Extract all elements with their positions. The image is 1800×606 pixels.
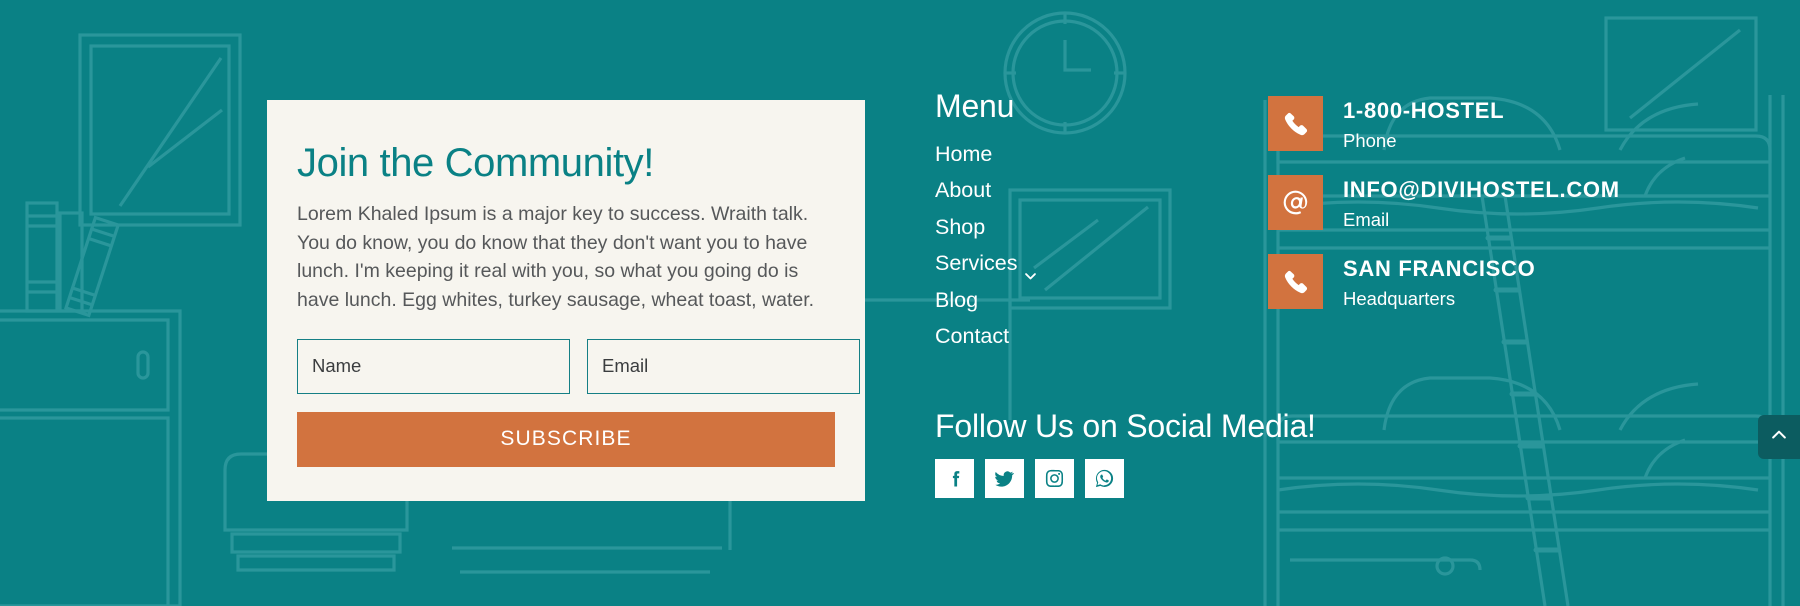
menu-item-label: Shop (935, 214, 986, 239)
contact-text: SAN FRANCISCO Headquarters (1343, 254, 1535, 310)
menu-link-blog[interactable]: Blog (935, 283, 978, 318)
email-input[interactable] (587, 338, 860, 394)
phone-icon (1268, 96, 1323, 151)
contact-text: 1-800-HOSTEL Phone (1343, 96, 1504, 152)
menu-link-shop[interactable]: Shop (935, 210, 985, 245)
menu-item-label: Contact (935, 324, 1010, 349)
facebook-icon[interactable] (935, 459, 974, 498)
contact-title: INFO@DIVIHOSTEL.COM (1343, 177, 1620, 203)
contact-text: INFO@DIVIHOSTEL.COM Email (1343, 175, 1620, 231)
contact-subtitle: Phone (1343, 129, 1397, 151)
contact-title: SAN FRANCISCO (1343, 256, 1536, 282)
site-footer: Join the Community! Lorem Khaled Ipsum i… (0, 0, 1800, 606)
menu-item-label: Services (935, 251, 1018, 276)
menu-link-contact[interactable]: Contact (935, 319, 1009, 354)
menu-item-blog: Blog (935, 283, 1235, 318)
menu-item-label: About (935, 178, 992, 203)
subscribe-card-body: Lorem Khaled Ipsum is a major key to suc… (297, 203, 815, 311)
menu-item-contact: Contact (935, 319, 1235, 354)
name-input[interactable] (297, 338, 570, 394)
twitter-icon[interactable] (985, 459, 1024, 498)
subscribe-fields (297, 338, 860, 394)
menu-item-home: Home (935, 137, 1235, 172)
whatsapp-icon[interactable] (1085, 459, 1124, 498)
contact-subtitle: Headquarters (1343, 288, 1456, 310)
chevron-down-icon (1024, 259, 1037, 280)
social-links (935, 459, 1455, 498)
social-heading: Follow Us on Social Media! (935, 408, 1316, 444)
contact-item-phone[interactable]: 1-800-HOSTEL Phone (1268, 96, 1708, 152)
subscribe-card-title: Join the Community! (297, 141, 654, 185)
scroll-to-top-button[interactable] (1758, 415, 1800, 459)
at-sign-icon (1268, 175, 1323, 231)
menu-list: Home About Shop Services Blog Contact (935, 137, 1235, 355)
contact-subtitle: Email (1343, 209, 1390, 231)
phone-icon (1268, 254, 1323, 310)
chevron-up-icon (1769, 425, 1789, 450)
menu-item-services: Services (935, 246, 1235, 281)
footer-menu: Menu Home About Shop Services Blog Conta… (935, 88, 1235, 356)
menu-item-shop: Shop (935, 210, 1235, 245)
menu-item-about: About (935, 173, 1235, 208)
subscribe-card: Join the Community! Lorem Khaled Ipsum i… (267, 100, 865, 501)
menu-item-label: Blog (935, 287, 979, 312)
social-section: Follow Us on Social Media! (935, 408, 1455, 498)
instagram-icon[interactable] (1035, 459, 1074, 498)
contact-title: 1-800-HOSTEL (1343, 98, 1505, 123)
contact-item-email[interactable]: INFO@DIVIHOSTEL.COM Email (1268, 175, 1708, 231)
contact-item-headquarters[interactable]: SAN FRANCISCO Headquarters (1268, 254, 1708, 310)
contact-info: 1-800-HOSTEL Phone INFO@DIVIHOSTEL.COM E… (1268, 96, 1708, 333)
menu-heading: Menu (935, 88, 1015, 124)
subscribe-button[interactable]: SUBSCRIBE (297, 411, 835, 467)
menu-link-about[interactable]: About (935, 173, 991, 208)
menu-link-services[interactable]: Services (935, 246, 1037, 281)
menu-link-home[interactable]: Home (935, 137, 992, 172)
menu-item-label: Home (935, 142, 993, 166)
